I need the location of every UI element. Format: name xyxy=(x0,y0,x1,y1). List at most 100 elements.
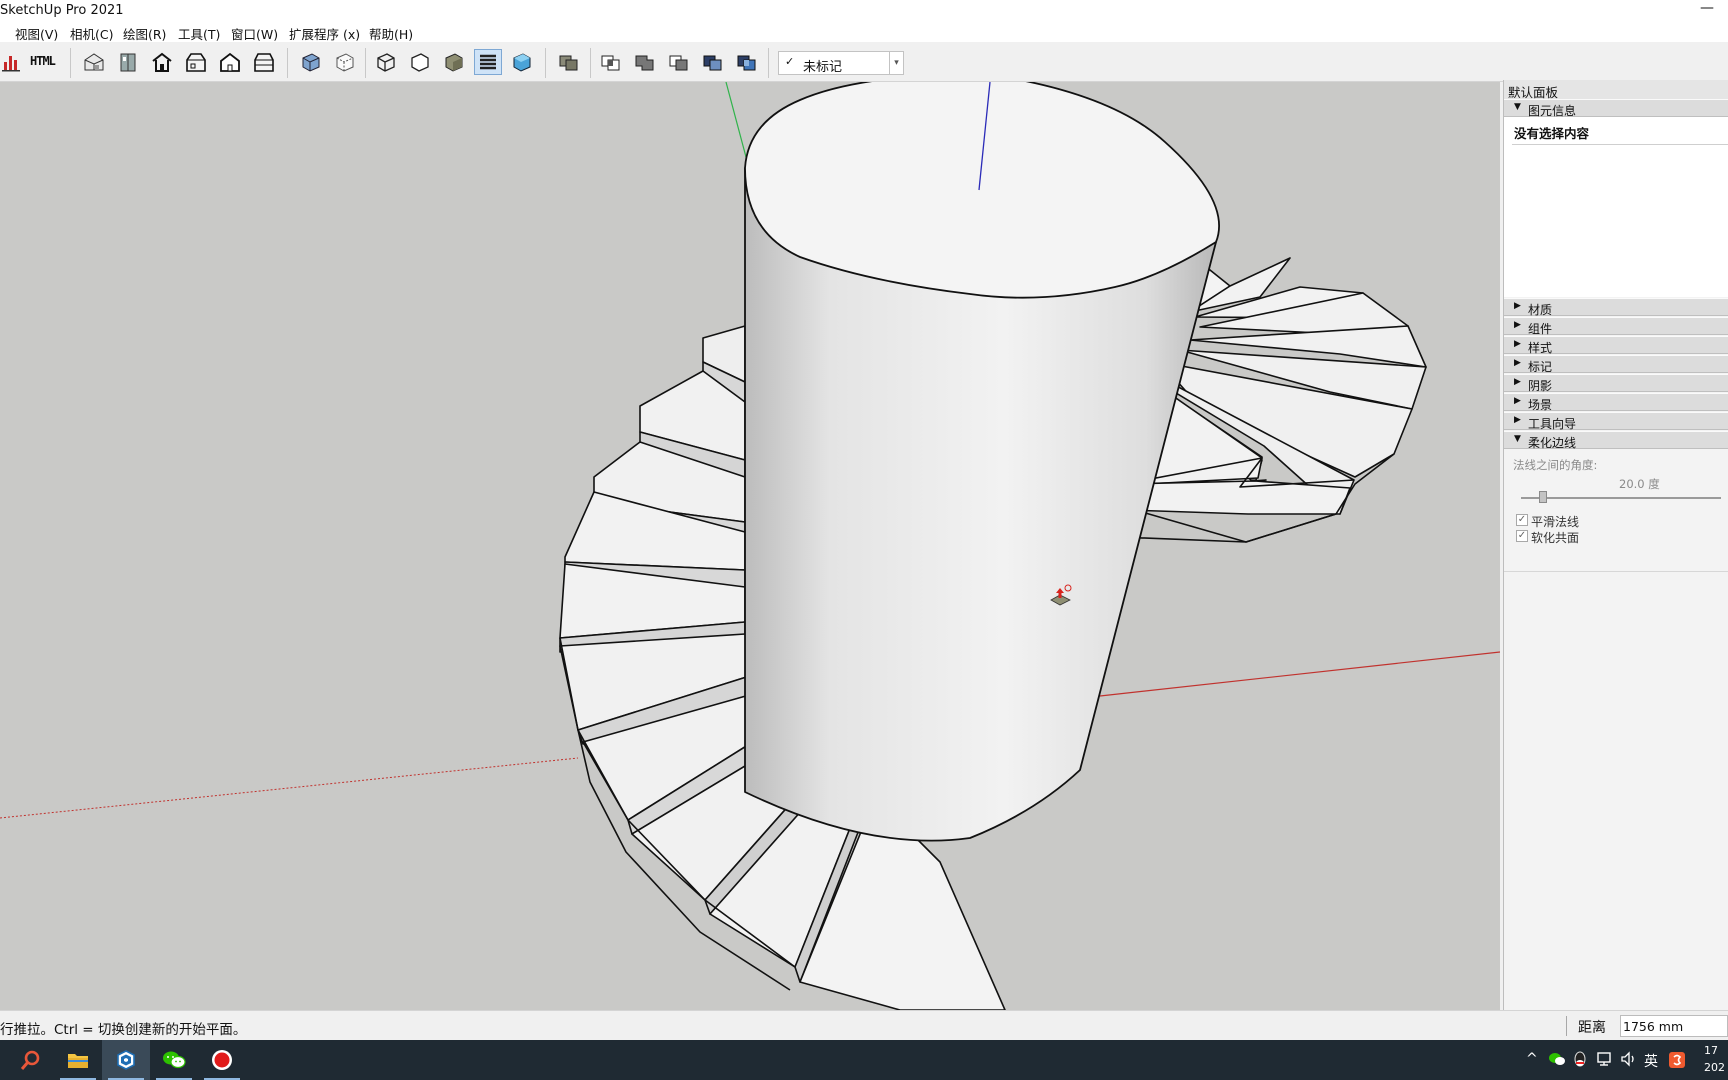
qq-tray-icon[interactable] xyxy=(1572,1051,1588,1073)
solid-tools-icon[interactable] xyxy=(555,49,583,75)
xray-style-icon[interactable] xyxy=(297,49,325,75)
entity-info-body: 没有选择内容 xyxy=(1504,117,1728,297)
wechat-tray-icon[interactable] xyxy=(1548,1051,1566,1071)
model-canvas[interactable] xyxy=(0,82,1500,1010)
hidden-line-style-icon[interactable] xyxy=(406,49,434,75)
angle-value: 20.0 度 xyxy=(1619,477,1660,491)
model-viewport[interactable] xyxy=(0,82,1500,1010)
shaded-style-icon[interactable] xyxy=(440,49,468,75)
panel-tags-label: 标记 xyxy=(1528,360,1553,374)
toolbar: HTML ✓ 未标记 ▾ xyxy=(0,42,1728,82)
menu-window[interactable]: 窗口(W) xyxy=(231,24,278,43)
tag-dropdown[interactable]: ✓ 未标记 ▾ xyxy=(778,51,904,75)
subtract-icon[interactable] xyxy=(665,49,693,75)
panel-instructor[interactable]: ▶ 工具向导 xyxy=(1504,412,1728,431)
toolbar-separator xyxy=(590,48,591,78)
panel-materials-label: 材质 xyxy=(1528,303,1553,317)
intersect-icon[interactable] xyxy=(597,49,625,75)
screen-recorder-icon[interactable] xyxy=(198,1040,246,1080)
shaded-textures-style-icon[interactable] xyxy=(474,49,502,75)
angle-slider[interactable] xyxy=(1521,497,1721,499)
divider xyxy=(1566,1016,1567,1036)
bar-chart-icon[interactable] xyxy=(0,49,24,75)
clock-time: 17 xyxy=(1704,1044,1718,1057)
search-icon[interactable] xyxy=(6,1040,54,1080)
status-message: 行推拉。Ctrl = 切换创建新的开始平面。 xyxy=(0,1022,247,1038)
panel-components-label: 组件 xyxy=(1528,322,1553,336)
central-column[interactable] xyxy=(744,82,1220,842)
trim-icon[interactable] xyxy=(699,49,727,75)
network-icon[interactable] xyxy=(1596,1051,1614,1071)
sketchup-window: SketchUp Pro 2021 — 视图(V) 相机(C) 绘图(R) 工具… xyxy=(0,0,1728,1080)
triangle-right-icon: ▶ xyxy=(1514,320,1521,330)
toolbar-separator xyxy=(545,48,546,78)
minimize-button[interactable]: — xyxy=(1700,0,1714,16)
html-export-icon[interactable]: HTML xyxy=(30,54,56,68)
panel-tags[interactable]: ▶ 标记 xyxy=(1504,355,1728,374)
panel-soften-edges-label: 柔化边线 xyxy=(1528,436,1577,450)
smooth-normals-checkbox[interactable]: ✓ xyxy=(1516,514,1528,526)
panel-instructor-label: 工具向导 xyxy=(1528,417,1577,431)
divider xyxy=(1512,144,1728,145)
red-axis xyxy=(1099,651,1500,697)
show-hidden-icons-chevron[interactable]: ^ xyxy=(1526,1051,1538,1067)
input-method-icon[interactable] xyxy=(1668,1051,1686,1073)
panel-materials[interactable]: ▶ 材质 xyxy=(1504,298,1728,317)
right-view-icon[interactable] xyxy=(182,49,210,75)
monochrome-style-icon[interactable] xyxy=(508,49,536,75)
triangle-down-icon: ▼ xyxy=(1514,102,1521,112)
panel-scenes[interactable]: ▶ 场景 xyxy=(1504,393,1728,412)
measurement-label: 距离 xyxy=(1578,1020,1606,1036)
title-bar: SketchUp Pro 2021 — xyxy=(0,0,1728,22)
panel-components[interactable]: ▶ 组件 xyxy=(1504,317,1728,336)
split-icon[interactable] xyxy=(733,49,761,75)
panel-soften-edges[interactable]: ▼ 柔化边线 xyxy=(1504,431,1728,450)
triangle-right-icon: ▶ xyxy=(1514,415,1521,425)
triangle-right-icon: ▶ xyxy=(1514,301,1521,311)
menu-help[interactable]: 帮助(H) xyxy=(369,24,413,43)
toolbar-separator xyxy=(287,48,288,78)
panel-shadows[interactable]: ▶ 阴影 xyxy=(1504,374,1728,393)
panel-shadows-label: 阴影 xyxy=(1528,379,1553,393)
toolbar-separator xyxy=(365,48,366,78)
angle-slider-thumb[interactable] xyxy=(1539,491,1547,503)
measurement-input[interactable]: 1756 mm xyxy=(1620,1015,1728,1037)
file-explorer-icon[interactable] xyxy=(54,1040,102,1080)
triangle-down-icon: ▼ xyxy=(1514,434,1521,444)
sketchup-icon[interactable] xyxy=(102,1040,150,1080)
toolbar-separator xyxy=(70,48,71,78)
union-icon[interactable] xyxy=(631,49,659,75)
panel-styles-label: 样式 xyxy=(1528,341,1553,355)
menu-bar: 视图(V) 相机(C) 绘图(R) 工具(T) 窗口(W) 扩展程序 (x) 帮… xyxy=(0,22,1728,42)
panel-scenes-label: 场景 xyxy=(1528,398,1553,412)
left-view-icon[interactable] xyxy=(250,49,278,75)
red-axis-hidden xyxy=(0,757,579,819)
back-view-icon[interactable] xyxy=(216,49,244,75)
wireframe-style-icon[interactable] xyxy=(372,49,400,75)
panel-entity-info[interactable]: ▼ 图元信息 xyxy=(1504,99,1728,118)
top-view-icon[interactable] xyxy=(114,49,142,75)
menu-draw[interactable]: 绘图(R) xyxy=(123,24,166,43)
back-edges-style-icon[interactable] xyxy=(331,49,359,75)
tray-title: 默认面板 xyxy=(1504,80,1728,100)
angle-label: 法线之间的角度: xyxy=(1513,458,1598,472)
soften-coplanar-checkbox[interactable]: ✓ xyxy=(1516,530,1528,542)
check-icon: ✓ xyxy=(785,55,795,68)
soften-edges-body: 法线之间的角度: 20.0 度 ✓ 平滑法线 ✓ 软化共面 xyxy=(1504,450,1728,572)
menu-view[interactable]: 视图(V) xyxy=(15,24,58,43)
volume-icon[interactable] xyxy=(1620,1051,1638,1071)
panel-styles[interactable]: ▶ 样式 xyxy=(1504,336,1728,355)
system-clock[interactable]: 17 202 xyxy=(1704,1042,1725,1076)
tag-dropdown-value: 未标记 xyxy=(803,60,843,75)
front-view-icon[interactable] xyxy=(148,49,176,75)
ime-indicator[interactable]: 英 xyxy=(1644,1051,1658,1071)
triangle-right-icon: ▶ xyxy=(1514,377,1521,387)
menu-extensions[interactable]: 扩展程序 (x) xyxy=(289,24,360,43)
iso-view-icon[interactable] xyxy=(80,49,108,75)
default-tray: 默认面板 ▼ 图元信息 没有选择内容 ▶ 材质 ▶ 组件 ▶ 样式 ▶ 标记 ▶… xyxy=(1503,80,1728,1010)
soften-coplanar-label: 软化共面 xyxy=(1531,531,1580,545)
menu-tools[interactable]: 工具(T) xyxy=(178,24,220,43)
menu-camera[interactable]: 相机(C) xyxy=(70,24,113,43)
chevron-down-icon[interactable]: ▾ xyxy=(889,52,903,74)
wechat-icon[interactable] xyxy=(150,1040,198,1080)
